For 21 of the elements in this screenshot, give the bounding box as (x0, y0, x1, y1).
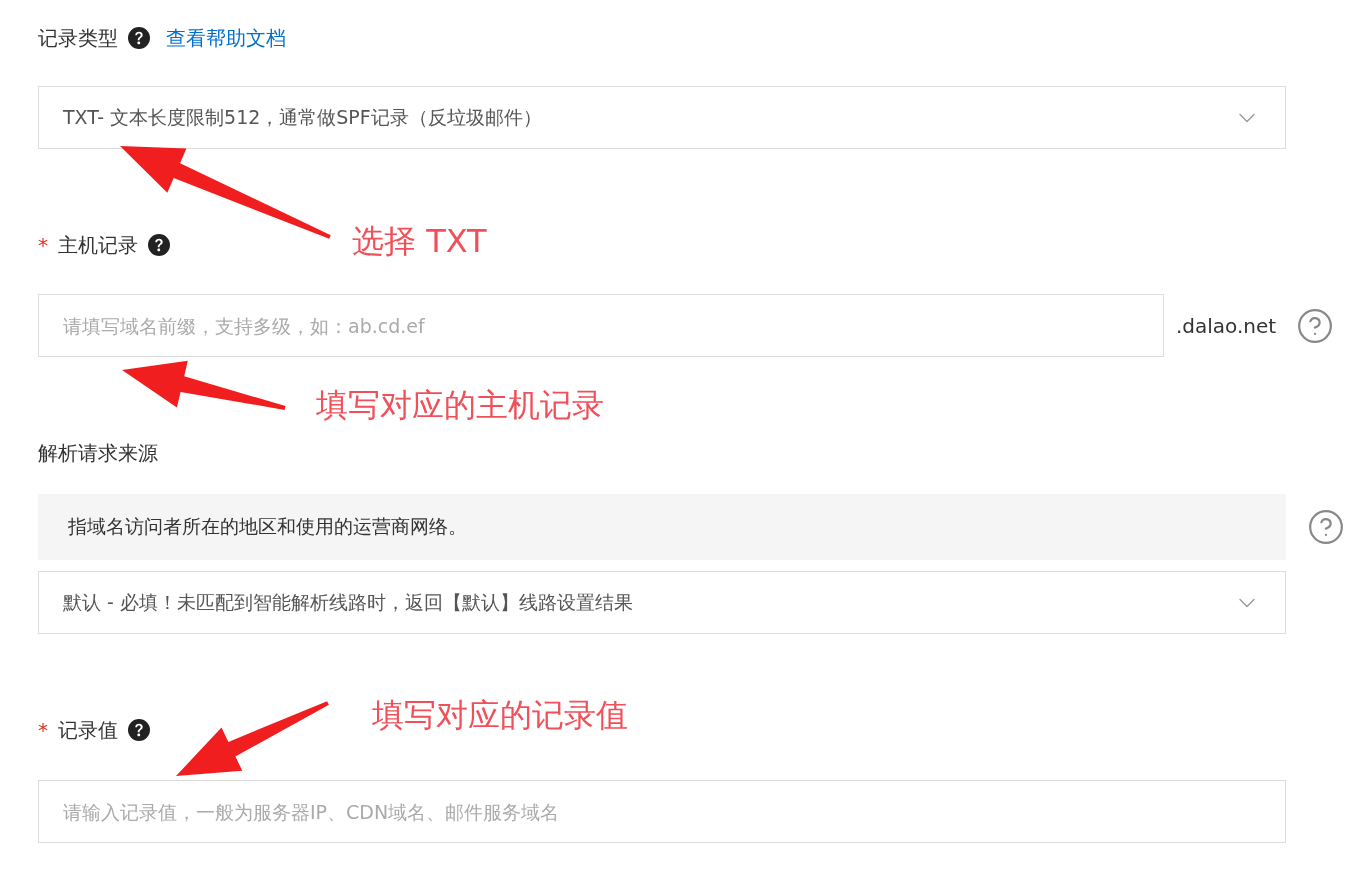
domain-suffix: .dalao.net (1176, 313, 1277, 338)
required-mark: * (38, 233, 48, 257)
help-icon[interactable] (128, 719, 150, 741)
field-label: 解析请求来源 (38, 439, 158, 467)
help-link[interactable]: 查看帮助文档 (166, 24, 286, 52)
record-type-select[interactable]: TXT- 文本长度限制512，通常做SPF记录（反垃圾邮件） (38, 86, 1286, 149)
help-icon[interactable] (128, 27, 150, 49)
select-value: 默认 - 必填！未匹配到智能解析线路时，返回【默认】线路设置结果 (63, 589, 633, 615)
field-label: 记录值 (58, 716, 118, 744)
record-value-input[interactable]: 请输入记录值，一般为服务器IP、CDN域名、邮件服务域名 (38, 780, 1286, 843)
annotation-text: 填写对应的记录值 (372, 695, 628, 736)
select-value: TXT- 文本长度限制512，通常做SPF记录（反垃圾邮件） (63, 104, 542, 130)
field-label: 主机记录 (58, 231, 138, 259)
field-label: 记录类型 (38, 24, 118, 52)
annotation-text: 选择 TXT (352, 221, 487, 262)
help-icon[interactable] (148, 234, 170, 256)
source-select[interactable]: 默认 - 必填！未匹配到智能解析线路时，返回【默认】线路设置结果 (38, 571, 1286, 634)
annotation-text: 填写对应的主机记录 (316, 385, 604, 426)
hint-text: 指域名访问者所在的地区和使用的运营商网络。 (68, 514, 467, 539)
host-record-input[interactable]: 请填写域名前缀，支持多级，如：ab.cd.ef (38, 294, 1164, 357)
required-mark: * (38, 718, 48, 742)
